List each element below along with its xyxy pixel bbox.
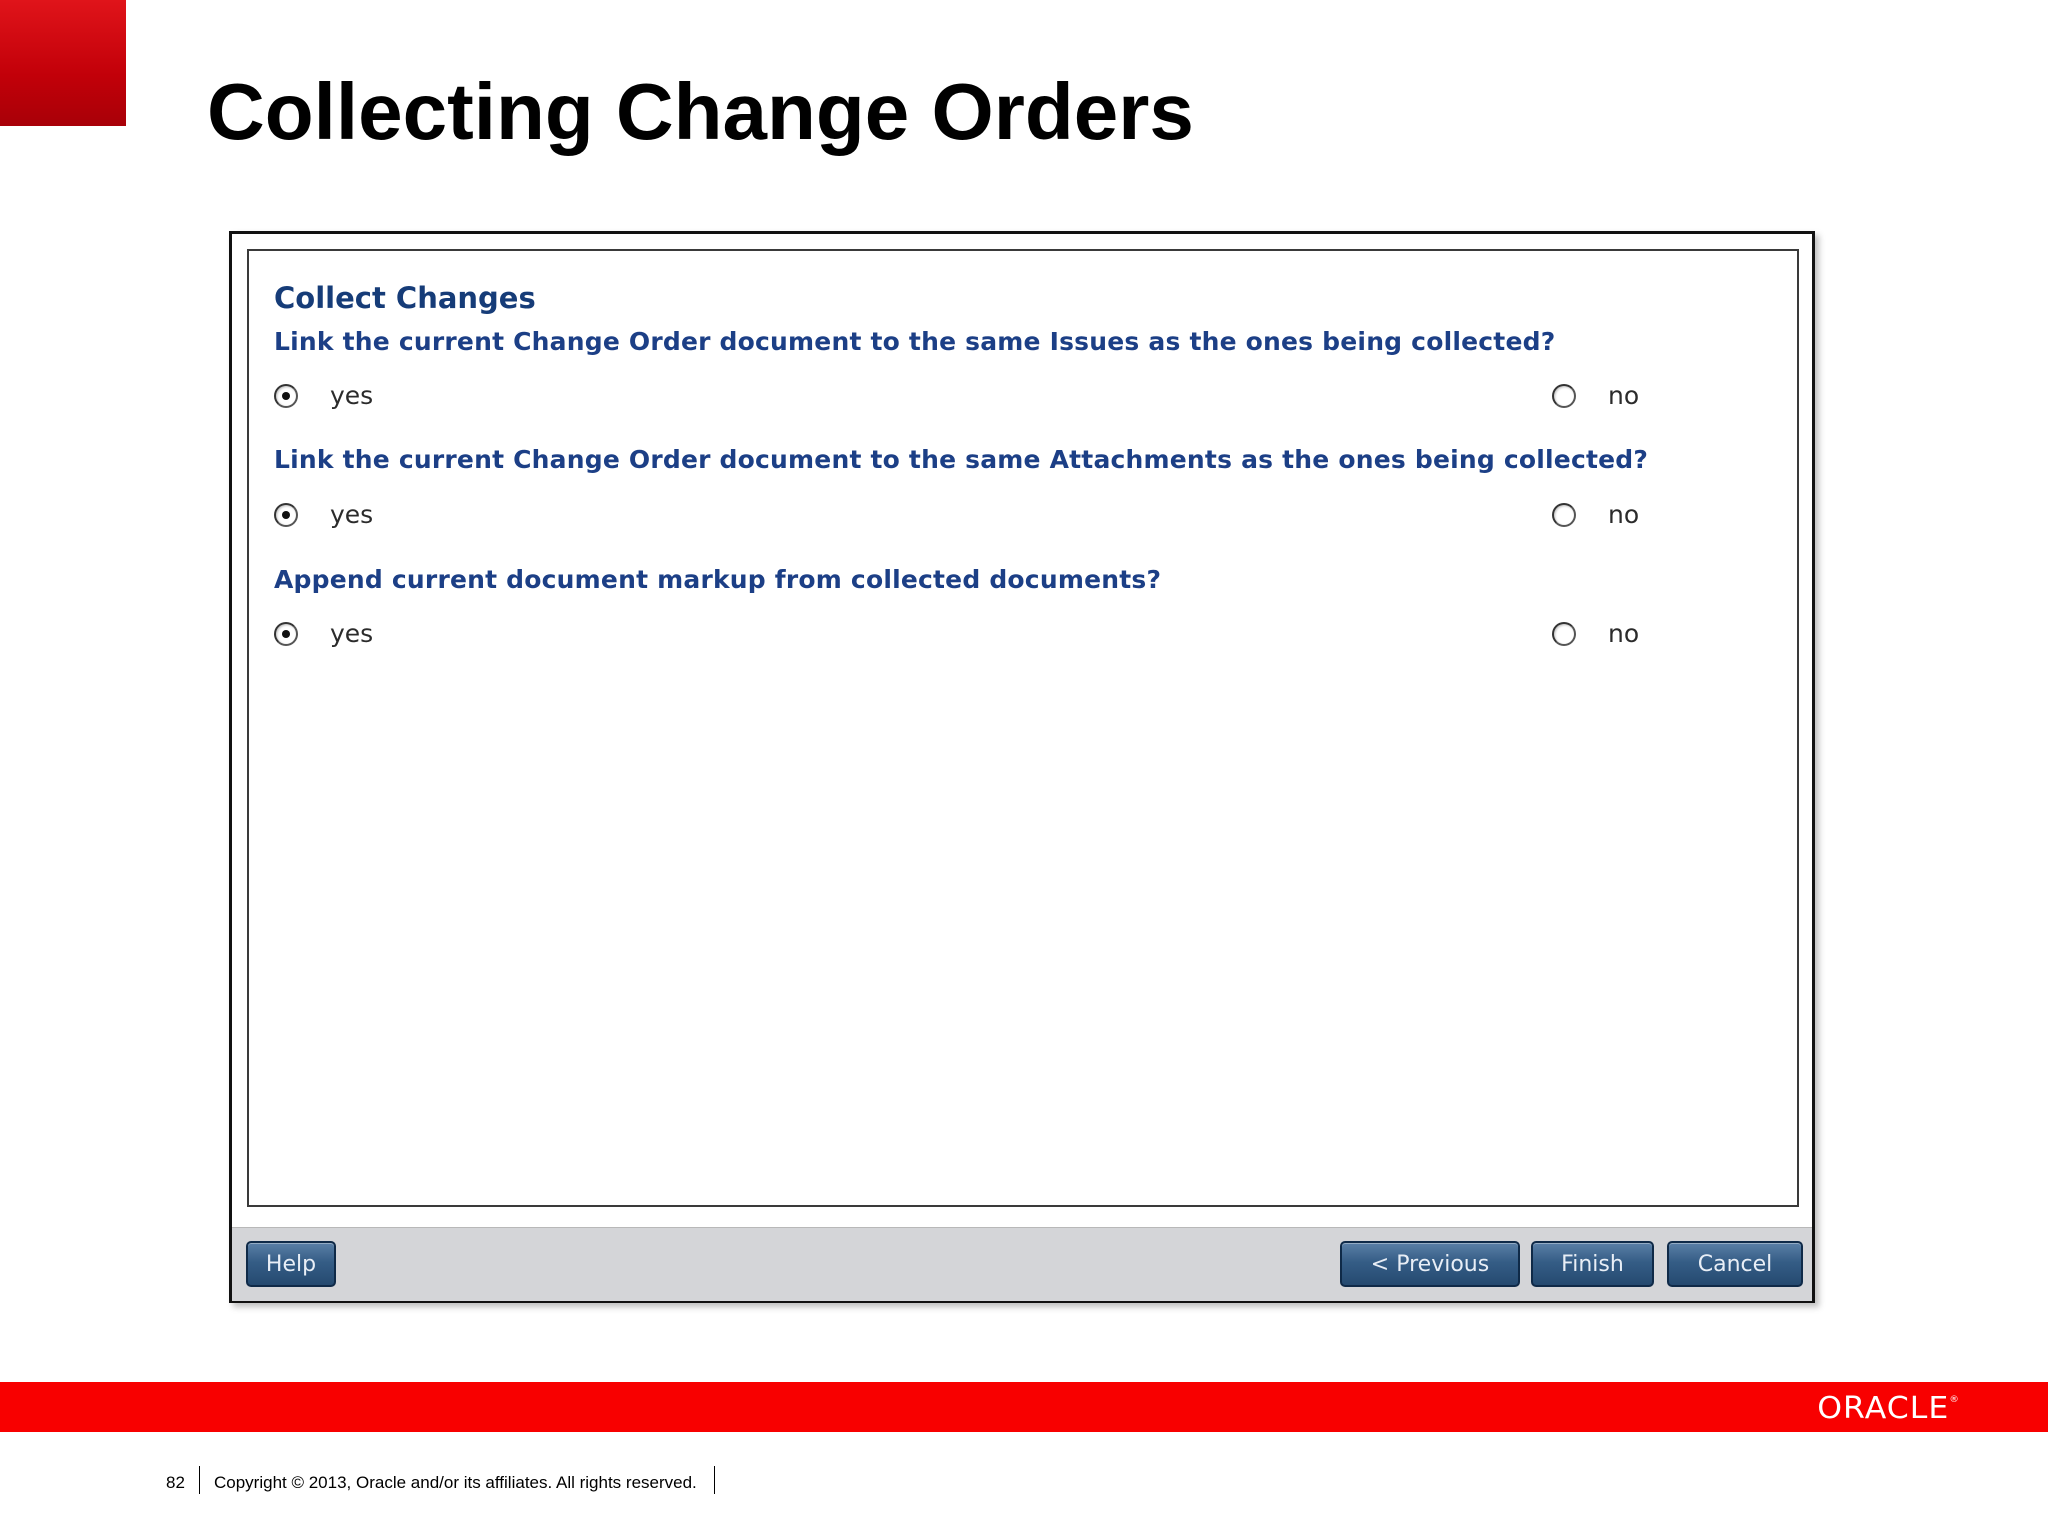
- question-append-markup: Append current document markup from coll…: [274, 565, 1162, 594]
- radio-label: no: [1608, 619, 1640, 648]
- radio-unchecked-icon[interactable]: [1552, 621, 1576, 646]
- radio-label: yes: [330, 381, 374, 410]
- oracle-logo-text: ORACLE: [1817, 1391, 1950, 1426]
- append-markup-no-radio[interactable]: no: [1552, 619, 1639, 648]
- dialog-content-panel: Collect Changes Link the current Change …: [247, 249, 1799, 1207]
- link-issues-yes-radio[interactable]: yes: [274, 381, 373, 410]
- link-attachments-no-radio[interactable]: no: [1552, 500, 1639, 529]
- oracle-red-square: [0, 0, 126, 126]
- radio-label: no: [1608, 500, 1640, 529]
- dialog-button-bar: Help < Previous Finish Cancel: [232, 1227, 1812, 1301]
- collect-changes-dialog: Collect Changes Link the current Change …: [229, 231, 1815, 1303]
- question-link-attachments: Link the current Change Order document t…: [274, 445, 1649, 474]
- footer-divider: [199, 1466, 200, 1494]
- radio-checked-icon[interactable]: [274, 502, 298, 527]
- previous-button[interactable]: < Previous: [1340, 1241, 1520, 1287]
- page-number: 82: [166, 1473, 185, 1492]
- slide-title: Collecting Change Orders: [207, 67, 1194, 156]
- link-attachments-yes-radio[interactable]: yes: [274, 500, 373, 529]
- finish-button[interactable]: Finish: [1531, 1241, 1654, 1287]
- link-issues-no-radio[interactable]: no: [1552, 381, 1639, 410]
- radio-label: no: [1608, 381, 1640, 410]
- radio-label: yes: [330, 619, 374, 648]
- footer-divider: [714, 1466, 715, 1494]
- question-link-issues: Link the current Change Order document t…: [274, 327, 1556, 356]
- oracle-footer-bar: ORACLE®: [0, 1382, 2048, 1432]
- oracle-logo: ORACLE®: [1817, 1391, 1960, 1426]
- append-markup-yes-radio[interactable]: yes: [274, 619, 373, 648]
- radio-unchecked-icon[interactable]: [1552, 502, 1576, 527]
- help-button[interactable]: Help: [246, 1241, 336, 1287]
- radio-unchecked-icon[interactable]: [1552, 383, 1576, 408]
- cancel-button[interactable]: Cancel: [1667, 1241, 1803, 1287]
- radio-checked-icon[interactable]: [274, 621, 298, 646]
- radio-checked-icon[interactable]: [274, 383, 298, 408]
- dialog-heading: Collect Changes: [274, 281, 536, 315]
- registered-mark: ®: [1949, 1395, 1960, 1405]
- radio-label: yes: [330, 500, 374, 529]
- copyright-notice: Copyright © 2013, Oracle and/or its affi…: [214, 1473, 697, 1492]
